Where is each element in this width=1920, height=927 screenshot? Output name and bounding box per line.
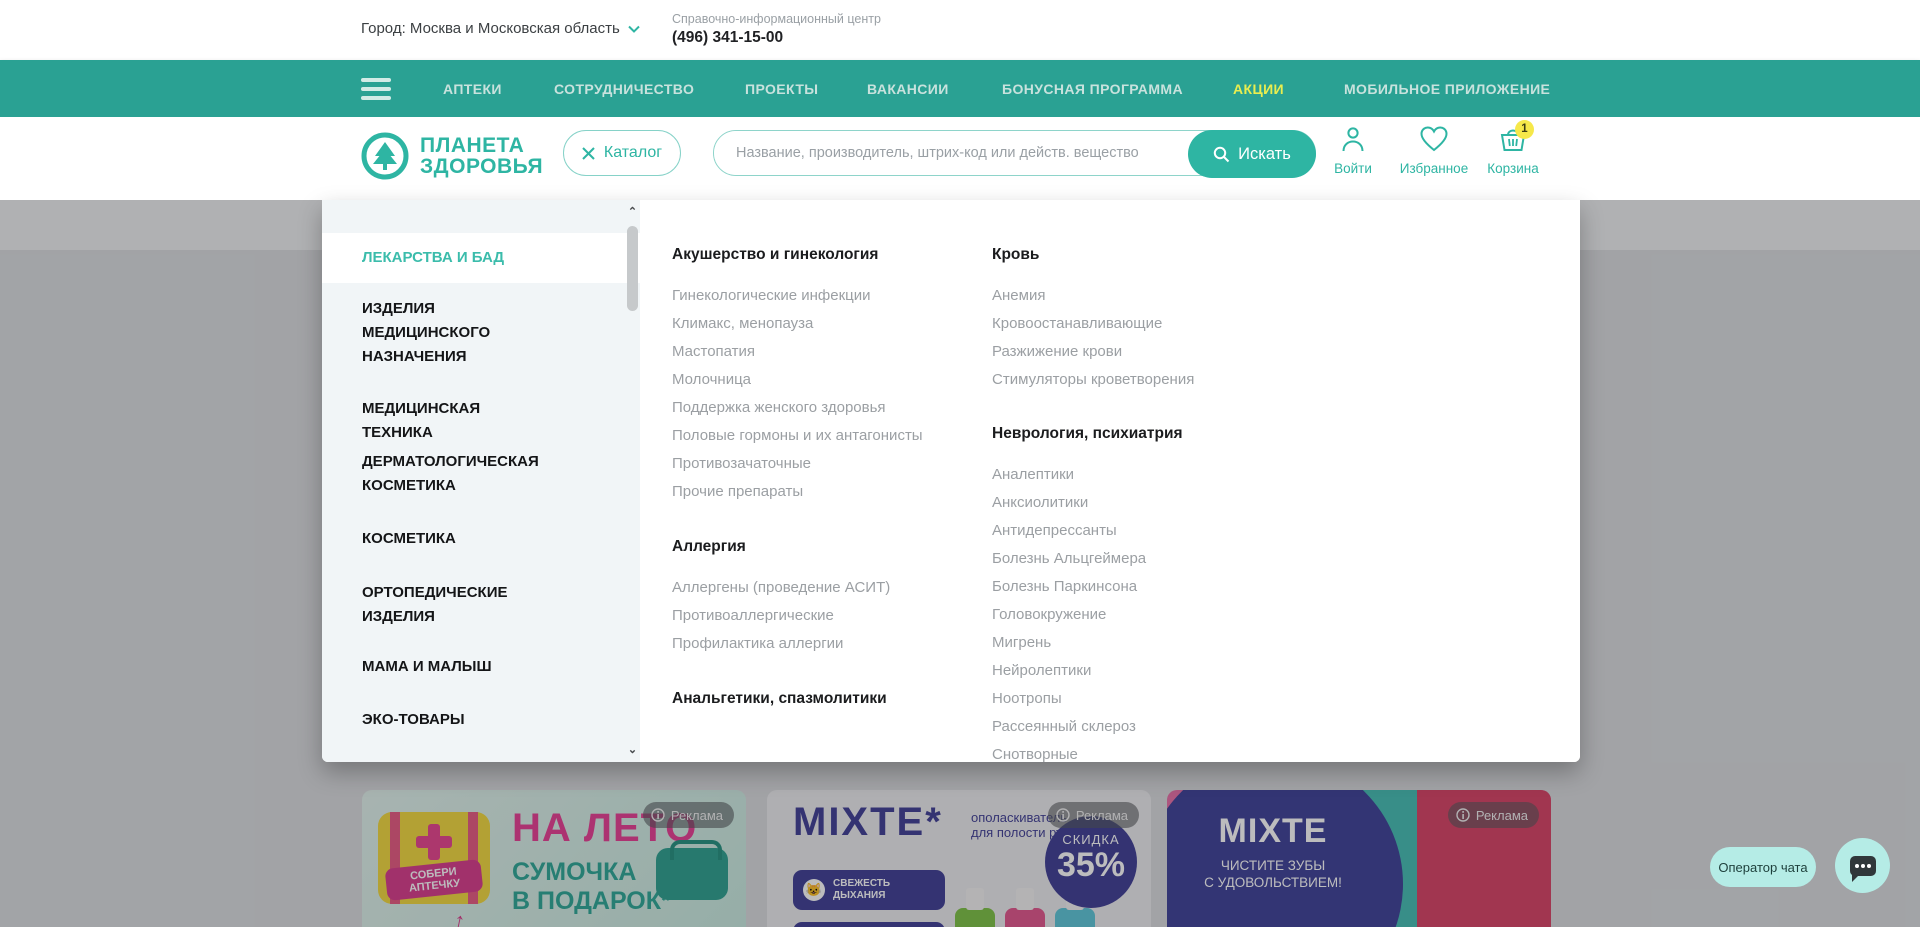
menu-item[interactable]: Аналептики bbox=[992, 461, 1292, 489]
menu-section-allergiya: Аллергия Аллергены (проведение АСИТ) Про… bbox=[672, 538, 972, 658]
menu-item[interactable]: Анксиолитики bbox=[992, 489, 1292, 517]
menu-item[interactable]: Молочница bbox=[672, 366, 972, 394]
menu-item[interactable]: Головокружение bbox=[992, 601, 1292, 629]
menu-item[interactable]: Антидепрессанты bbox=[992, 517, 1292, 545]
nav-item-bonus-programma[interactable]: БОНУСНАЯ ПРОГРАММА bbox=[1002, 81, 1183, 97]
section-title[interactable]: Акушерство и гинекология bbox=[672, 246, 972, 268]
menu-item[interactable]: Половые гормоны и их антагонисты bbox=[672, 422, 972, 450]
logo[interactable]: ПЛАНЕТА ЗДОРОВЬЯ bbox=[360, 131, 543, 181]
menu-item[interactable]: Прочие препараты bbox=[672, 478, 972, 506]
sidebar-item-izdeliya-med-naznacheniya[interactable]: ИЗДЕЛИЯ МЕДИЦИНСКОГО НАЗНАЧЕНИЯ bbox=[362, 297, 540, 369]
menu-item[interactable]: Снотворные bbox=[992, 741, 1292, 762]
nav-item-mobile-app[interactable]: МОБИЛЬНОЕ ПРИЛОЖЕНИЕ bbox=[1344, 81, 1550, 97]
catalog-button[interactable]: Каталог bbox=[563, 130, 681, 176]
close-icon bbox=[582, 147, 595, 160]
menu-item[interactable]: Профилактика аллергии bbox=[672, 630, 972, 658]
chevron-down-icon bbox=[628, 25, 640, 33]
main-nav: АПТЕКИ СОТРУДНИЧЕСТВО ПРОЕКТЫ ВАКАНСИИ Б… bbox=[0, 60, 1920, 117]
cart-label: Корзина bbox=[1478, 161, 1548, 176]
section-title[interactable]: Аллергия bbox=[672, 538, 972, 560]
heart-icon bbox=[1419, 125, 1449, 153]
nav-item-apteki[interactable]: АПТЕКИ bbox=[443, 81, 502, 97]
chat-button[interactable] bbox=[1835, 838, 1890, 893]
menu-item[interactable]: Аллергены (проведение АСИТ) bbox=[672, 574, 972, 602]
phone-number[interactable]: (496) 341-15-00 bbox=[672, 29, 783, 47]
menu-section-nevrologiya: Неврология, психиатрия Аналептики Анксио… bbox=[992, 425, 1292, 762]
city-selector[interactable]: Город: Москва и Московская область bbox=[361, 20, 640, 37]
menu-section-analgetiki: Анальгетики, спазмолитики bbox=[672, 690, 972, 726]
nav-item-akcii[interactable]: АКЦИИ bbox=[1233, 81, 1284, 97]
catalog-dropdown-menu: ЛЕКАРСТВА И БАД ИЗДЕЛИЯ МЕДИЦИНСКОГО НАЗ… bbox=[322, 200, 1580, 762]
site-header: ПЛАНЕТА ЗДОРОВЬЯ Каталог Искать Войти bbox=[0, 117, 1920, 200]
search-icon bbox=[1213, 146, 1230, 163]
cart-action[interactable]: 1 Корзина bbox=[1478, 125, 1548, 176]
menu-item[interactable]: Поддержка женского здоровья bbox=[672, 394, 972, 422]
menu-item[interactable]: Разжижение крови bbox=[992, 338, 1292, 366]
menu-item[interactable]: Климакс, менопауза bbox=[672, 310, 972, 338]
catalog-sidebar: ЛЕКАРСТВА И БАД ИЗДЕЛИЯ МЕДИЦИНСКОГО НАЗ… bbox=[322, 200, 640, 762]
sidebar-item-medicinskaya-tehnika[interactable]: МЕДИЦИНСКАЯ ТЕХНИКА bbox=[362, 397, 540, 445]
menu-item[interactable]: Мастопатия bbox=[672, 338, 972, 366]
sidebar-item-eko-tovary[interactable]: ЭКО-ТОВАРЫ bbox=[362, 708, 540, 732]
nav-item-vakansii[interactable]: ВАКАНСИИ bbox=[867, 81, 949, 97]
logo-text: ПЛАНЕТА ЗДОРОВЬЯ bbox=[420, 135, 543, 177]
sidebar-item-kosmetika[interactable]: КОСМЕТИКА bbox=[362, 527, 540, 551]
search-button-label: Искать bbox=[1238, 145, 1291, 164]
menu-item[interactable]: Ноотропы bbox=[992, 685, 1292, 713]
menu-item[interactable]: Болезнь Альцгеймера bbox=[992, 545, 1292, 573]
menu-item[interactable]: Кровоостанавливающие bbox=[992, 310, 1292, 338]
search-input[interactable] bbox=[714, 131, 1184, 175]
menu-item[interactable]: Рассеянный склероз bbox=[992, 713, 1292, 741]
nav-item-sotrudnichestvo[interactable]: СОТРУДНИЧЕСТВО bbox=[554, 81, 694, 97]
menu-section-krov: Кровь Анемия Кровоостанавливающие Разжиж… bbox=[992, 246, 1292, 394]
scroll-down-icon[interactable]: ⌄ bbox=[625, 742, 640, 758]
logo-tree-icon bbox=[360, 131, 410, 181]
favorites-label: Избранное bbox=[1399, 161, 1469, 176]
favorites-action[interactable]: Избранное bbox=[1399, 125, 1469, 176]
info-center-label: Справочно-информационный центр bbox=[672, 12, 881, 26]
section-title[interactable]: Кровь bbox=[992, 246, 1292, 268]
sidebar-item-dermatologicheskaya-kosmetika[interactable]: ДЕРМАТОЛОГИЧЕСКАЯ КОСМЕТИКА bbox=[362, 450, 540, 498]
menu-item[interactable]: Болезнь Паркинсона bbox=[992, 573, 1292, 601]
sidebar-item-mama-i-malysh[interactable]: МАМА И МАЛЫШ bbox=[362, 655, 540, 679]
sidebar-scrollbar[interactable]: ⌃ ⌄ bbox=[625, 200, 640, 762]
search-button[interactable]: Искать bbox=[1188, 130, 1316, 178]
menu-item[interactable]: Противоаллергические bbox=[672, 602, 972, 630]
menu-section-akusherstvo: Акушерство и гинекология Гинекологически… bbox=[672, 246, 972, 506]
login-label: Войти bbox=[1318, 161, 1388, 176]
chat-bubble-icon bbox=[1850, 856, 1876, 876]
chat-operator-label[interactable]: Оператор чата bbox=[1710, 847, 1816, 887]
city-label: Город: Москва и Московская область bbox=[361, 20, 620, 37]
section-title[interactable]: Неврология, психиатрия bbox=[992, 425, 1292, 447]
login-action[interactable]: Войти bbox=[1318, 125, 1388, 176]
search-bar: Искать bbox=[713, 130, 1316, 176]
menu-item[interactable]: Гинекологические инфекции bbox=[672, 282, 972, 310]
menu-item[interactable]: Мигрень bbox=[992, 629, 1292, 657]
user-icon bbox=[1340, 125, 1366, 153]
catalog-menu-panel: Акушерство и гинекология Гинекологически… bbox=[640, 200, 1580, 762]
menu-item[interactable]: Противозачаточные bbox=[672, 450, 972, 478]
scroll-up-icon[interactable]: ⌃ bbox=[625, 204, 640, 220]
sidebar-scrollbar-thumb[interactable] bbox=[627, 226, 638, 311]
menu-item[interactable]: Нейролептики bbox=[992, 657, 1292, 685]
menu-item[interactable]: Анемия bbox=[992, 282, 1292, 310]
menu-item[interactable]: Стимуляторы кроветворения bbox=[992, 366, 1292, 394]
nav-item-proekty[interactable]: ПРОЕКТЫ bbox=[745, 81, 818, 97]
catalog-button-label: Каталог bbox=[604, 144, 662, 162]
hamburger-menu-icon[interactable] bbox=[361, 78, 391, 100]
section-title[interactable]: Анальгетики, спазмолитики bbox=[672, 690, 972, 712]
sidebar-item-ortopedicheskie-izdeliya[interactable]: ОРТОПЕДИЧЕСКИЕ ИЗДЕЛИЯ bbox=[362, 581, 540, 629]
cart-count-badge: 1 bbox=[1515, 120, 1534, 139]
top-bar: Город: Москва и Московская область Справ… bbox=[0, 0, 1920, 60]
sidebar-item-lekarstva-i-bad[interactable]: ЛЕКАРСТВА И БАД bbox=[362, 246, 540, 270]
page: Реклама СОБЕРИ АПТЕЧКУ ↑ НА ЛЕТО СУМОЧКА… bbox=[0, 0, 1920, 927]
